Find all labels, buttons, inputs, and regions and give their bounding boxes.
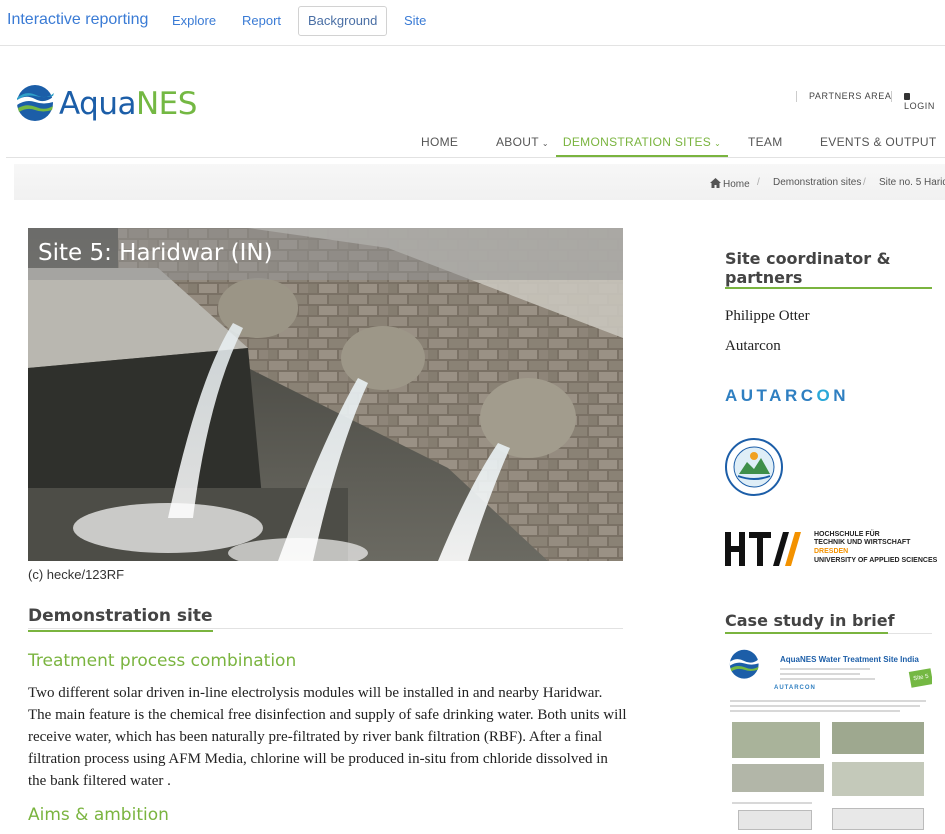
sidebar-title-coordinator: Site coordinator & partners	[725, 249, 891, 287]
breadcrumb-separator: /	[757, 177, 760, 188]
poster-brand: AUTARCON	[774, 685, 816, 691]
body-paragraph: Two different solar driven in-line elect…	[28, 685, 627, 789]
autarcon-text-left: AUTARC	[725, 386, 817, 405]
poster-text-line	[780, 673, 860, 675]
nav-team[interactable]: TEAM	[748, 129, 783, 157]
poster-photo	[832, 762, 924, 796]
image-credit: (c) hecke/123RF	[28, 567, 125, 582]
poster-text-line	[730, 710, 900, 712]
autarcon-text-right: N	[833, 386, 850, 405]
coordinator-name: Philippe Otter	[725, 308, 810, 324]
poster-text-line	[730, 700, 926, 702]
subsection-title-aims: Aims & ambition	[28, 805, 169, 825]
poster-text-line	[732, 802, 812, 804]
hero-image: Site 5: Haridwar (IN)	[28, 228, 623, 561]
poster-badge: Site 5	[908, 668, 932, 688]
nav-demo-label: DEMONSTRATION SITES	[562, 135, 712, 149]
home-icon	[710, 178, 721, 188]
hero-title: Site 5: Haridwar (IN)	[38, 240, 273, 266]
wave-logo-icon	[17, 85, 54, 121]
chevron-down-icon: ⌄	[541, 139, 549, 148]
sidebar-title-case-study: Case study in brief	[725, 611, 895, 630]
poster-text-line	[780, 678, 875, 680]
breadcrumb-demonstration-sites[interactable]: Demonstration sites	[773, 177, 861, 188]
chevron-down-icon: ⌄	[714, 139, 722, 148]
divider	[891, 91, 892, 102]
lock-icon	[904, 93, 910, 100]
htw-line-2: TECHNIK UND WIRTSCHAFT	[814, 539, 911, 546]
partners-area-link[interactable]: PARTNERS AREA	[809, 91, 892, 101]
aquanes-logo[interactable]: AquaNES	[16, 84, 206, 124]
htw-mark-icon	[725, 532, 801, 566]
logo-text-aqua: Aqua	[59, 86, 136, 122]
poster-logo-icon	[729, 649, 759, 679]
nav-events-output[interactable]: EVENTS & OUTPUT	[820, 129, 937, 157]
breadcrumb-home-label: Home	[723, 179, 750, 190]
poster-title: AquaNES Water Treatment Site India	[780, 655, 919, 664]
breadcrumb: Home / Demonstration sites / Site no. 5 …	[14, 164, 945, 200]
subsection-title: Treatment process combination	[28, 651, 297, 671]
login-link[interactable]: LOGIN	[904, 91, 945, 111]
sidebar-title-underline	[725, 287, 932, 289]
tab-site[interactable]: Site	[394, 6, 436, 36]
poster-diagram	[738, 810, 812, 830]
app-bar: Interactive reporting Explore Report Bac…	[0, 0, 945, 46]
htw-line-1: HOCHSCHULE FÜR	[814, 531, 880, 538]
login-label: LOGIN	[904, 101, 936, 111]
breadcrumb-home[interactable]: Home	[710, 177, 750, 190]
tab-report[interactable]: Report	[232, 6, 291, 36]
htw-dresden-logo[interactable]: HOCHSCHULE FÜR TECHNIK UND WIRTSCHAFT DR…	[725, 528, 937, 568]
case-study-poster[interactable]: AquaNES Water Treatment Site India Site …	[724, 644, 932, 834]
partner-emblem-logo[interactable]	[725, 438, 783, 496]
section-title: Demonstration site	[28, 606, 213, 632]
sidebar-title-underline	[725, 632, 888, 634]
poster-text-line	[730, 705, 920, 707]
logo-text-nes: NES	[135, 86, 197, 122]
nav-about-label: ABOUT	[496, 135, 539, 149]
poster-table	[832, 808, 924, 830]
nav-demonstration-sites[interactable]: DEMONSTRATION SITES ⌄	[556, 129, 728, 157]
nav-about[interactable]: ABOUT ⌄	[496, 129, 549, 157]
htw-line-4: UNIVERSITY OF APPLIED SCIENCES	[814, 557, 938, 564]
nav-divider	[6, 157, 945, 158]
autarcon-text-o: O	[816, 386, 834, 405]
tab-background[interactable]: Background	[298, 6, 388, 36]
breadcrumb-separator: /	[863, 177, 866, 188]
htw-line-3: DRESDEN	[814, 548, 849, 555]
partner-name: Autarcon	[725, 338, 781, 354]
app-brand-link[interactable]: Interactive reporting	[7, 11, 148, 29]
poster-photo	[732, 764, 824, 792]
autarcon-logo[interactable]: AUTARCON	[725, 386, 849, 406]
divider	[796, 91, 797, 102]
tab-explore[interactable]: Explore	[162, 6, 226, 36]
poster-photo	[832, 722, 924, 754]
breadcrumb-current: Site no. 5 Haridw	[879, 177, 945, 188]
poster-photo	[732, 722, 820, 758]
nav-home[interactable]: HOME	[421, 129, 458, 157]
poster-text-line	[780, 668, 870, 670]
